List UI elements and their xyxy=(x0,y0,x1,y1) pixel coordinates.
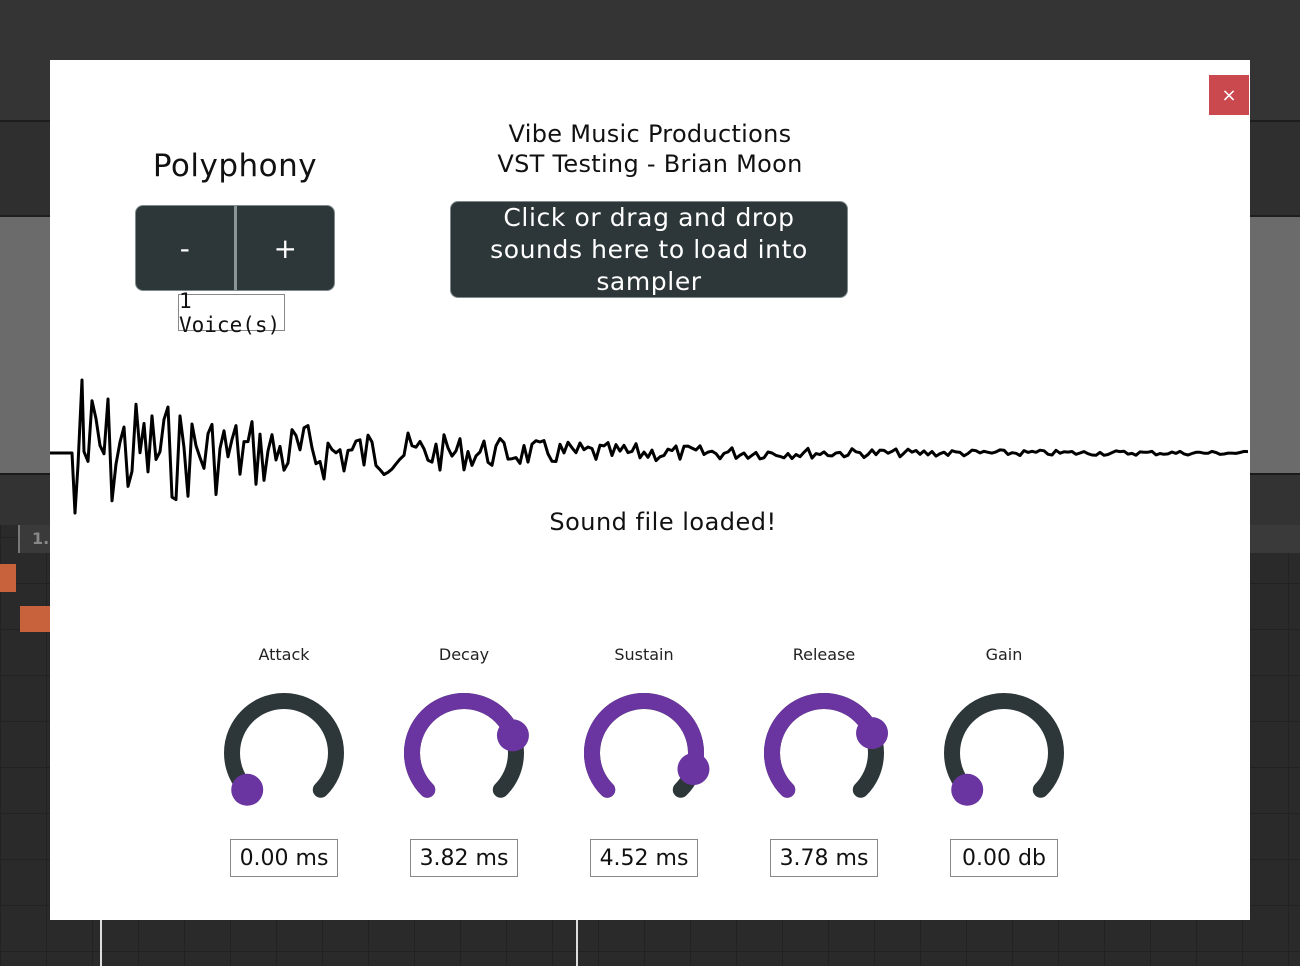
sustain-knob[interactable] xyxy=(574,691,714,821)
release-knob-fill xyxy=(764,693,881,798)
attack-value-display: 0.00 ms xyxy=(230,839,338,877)
decay-knob-handle[interactable] xyxy=(496,719,529,752)
status-message: Sound file loaded! xyxy=(549,508,777,536)
attack-knob[interactable] xyxy=(214,691,354,821)
release-knob-control: Release 3.78 ms xyxy=(744,645,904,877)
voice-count-display: 1 Voice(s) xyxy=(178,289,285,337)
release-knob[interactable] xyxy=(754,691,894,821)
sampler-plugin-dialog: × Polyphony - + 1 Voice(s) Vibe Music Pr… xyxy=(50,60,1250,920)
close-button[interactable]: × xyxy=(1209,75,1249,115)
increase-voices-button[interactable]: + xyxy=(237,206,335,290)
ruler-marker: 1. xyxy=(32,529,50,548)
release-label: Release xyxy=(792,645,856,664)
decay-knob-control: Decay 3.82 ms xyxy=(384,645,544,877)
waveform-display xyxy=(50,378,1249,515)
note-clip[interactable] xyxy=(20,606,50,632)
note-clip[interactable] xyxy=(0,564,16,592)
gain-knob[interactable] xyxy=(934,691,1074,821)
app-title: Vibe Music Productions xyxy=(508,120,792,148)
gain-knob-handle[interactable] xyxy=(951,773,984,806)
app-subtitle: VST Testing - Brian Moon xyxy=(497,150,803,178)
waveform-line xyxy=(50,378,1249,515)
attack-label: Attack xyxy=(258,645,310,664)
polyphony-title: Polyphony xyxy=(152,148,318,184)
decrease-voices-button[interactable]: - xyxy=(136,206,237,290)
sustain-label: Sustain xyxy=(614,645,674,664)
attack-knob-control: Attack 0.00 ms xyxy=(204,645,364,877)
sustain-value-display: 4.52 ms xyxy=(590,839,698,877)
sustain-knob-handle[interactable] xyxy=(677,753,710,786)
gain-knob-control: Gain 0.00 db xyxy=(924,645,1084,877)
sound-drop-zone[interactable]: Click or drag and drop sounds here to lo… xyxy=(450,201,848,298)
release-knob-handle[interactable] xyxy=(856,717,889,750)
decay-label: Decay xyxy=(438,645,490,664)
polyphony-stepper: - + xyxy=(135,205,335,291)
decay-knob-fill xyxy=(404,693,521,798)
release-value-display: 3.78 ms xyxy=(770,839,878,877)
decay-knob[interactable] xyxy=(394,691,534,821)
sustain-knob-control: Sustain 4.52 ms xyxy=(564,645,724,877)
gain-value-display: 0.00 db xyxy=(950,839,1058,877)
attack-knob-handle[interactable] xyxy=(231,773,264,806)
gain-label: Gain xyxy=(985,645,1023,664)
decay-value-display: 3.82 ms xyxy=(410,839,518,877)
